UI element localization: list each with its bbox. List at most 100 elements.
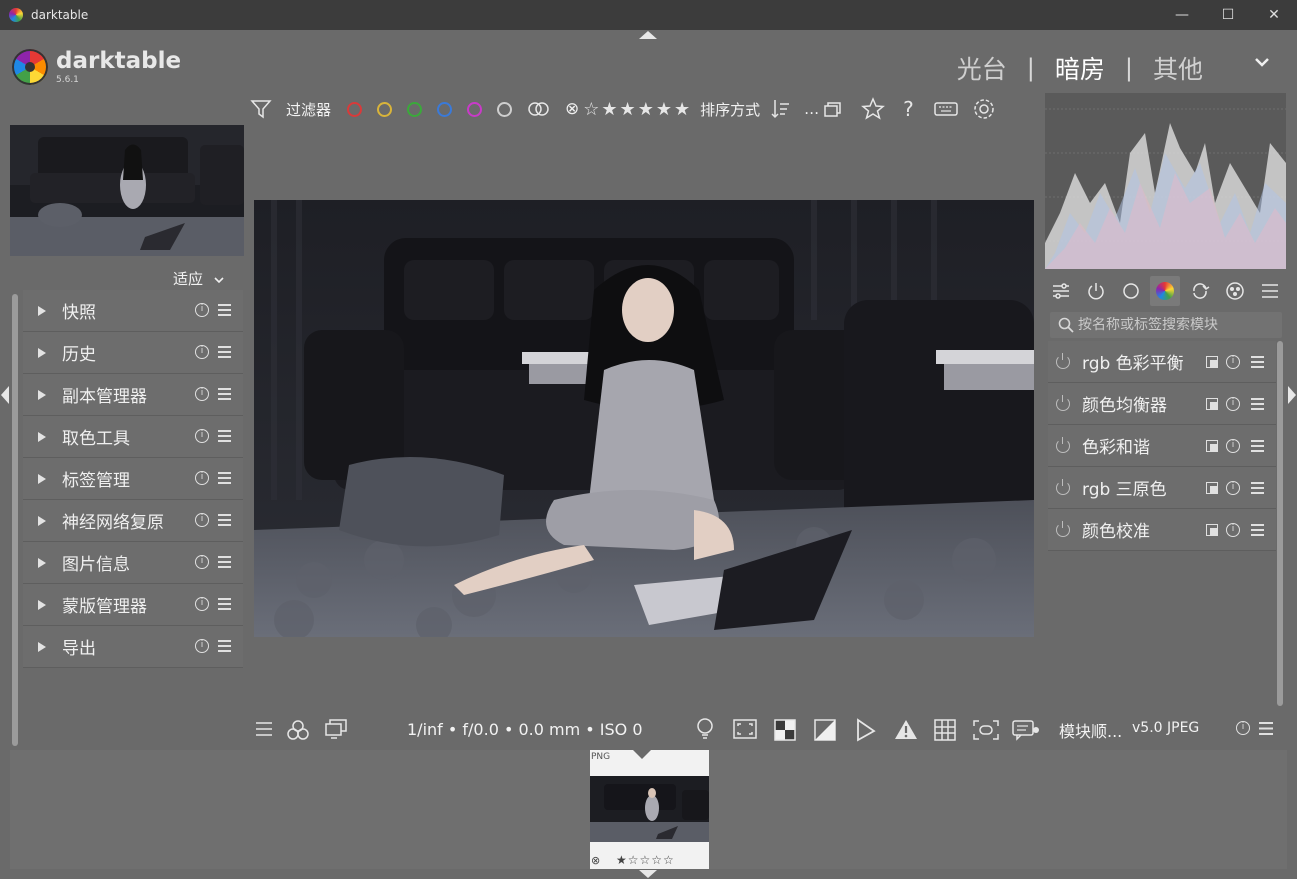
color-assessment-icon[interactable]	[774, 719, 796, 741]
group-base-icon[interactable]	[1116, 276, 1146, 306]
presets-menu-icon[interactable]	[1251, 398, 1264, 410]
color-label-blue-filter[interactable]	[437, 101, 453, 117]
multi-instance-icon[interactable]	[1206, 482, 1218, 494]
view-lighttable[interactable]: 光台	[957, 50, 1007, 86]
module-rgb-primaries[interactable]: rgb 三原色 i	[1048, 467, 1276, 509]
info-icon[interactable]: i	[1226, 355, 1240, 369]
filter-funnel-icon[interactable]	[250, 98, 272, 120]
module-color-harmonizer[interactable]: 色彩和谐 i	[1048, 425, 1276, 467]
presets-menu-icon[interactable]	[218, 598, 231, 610]
view-darkroom[interactable]: 暗房	[1055, 50, 1105, 86]
info-icon[interactable]: i	[195, 471, 209, 485]
histogram[interactable]	[1045, 93, 1286, 269]
raw-overexposed-icon[interactable]	[814, 719, 836, 741]
lightbulb-icon[interactable]	[695, 717, 715, 741]
presets-menu-icon[interactable]	[218, 346, 231, 358]
presets-menu-icon[interactable]	[218, 640, 231, 652]
module-color-calibration[interactable]: 颜色校准 i	[1048, 509, 1276, 551]
presets-menu-icon[interactable]	[218, 430, 231, 442]
multi-instance-icon[interactable]	[1206, 356, 1218, 368]
module-mask-manager[interactable]: 蒙版管理器 i	[23, 584, 243, 626]
minimize-button[interactable]: —	[1159, 0, 1205, 30]
color-label-gray-filter[interactable]	[497, 101, 513, 117]
info-icon[interactable]: i	[1226, 523, 1240, 537]
group-correct-icon[interactable]	[1185, 276, 1215, 306]
zoom-select[interactable]: 适应	[173, 268, 224, 289]
star-filter-icon[interactable]: ☆	[583, 99, 599, 120]
focus-zoom-icon[interactable]	[972, 719, 1000, 741]
collapse-right-panel-arrow-icon[interactable]	[1288, 386, 1296, 404]
star-filter-icon[interactable]: ★	[674, 99, 690, 120]
close-button[interactable]: ✕	[1251, 0, 1297, 30]
info-icon[interactable]: i	[1226, 481, 1240, 495]
star-filter-icon[interactable]: ★	[620, 99, 636, 120]
module-rgb-color-balance[interactable]: rgb 色彩平衡 i	[1048, 341, 1276, 383]
multi-instance-icon[interactable]	[1206, 524, 1218, 536]
search-input[interactable]	[1078, 317, 1268, 333]
sort-label[interactable]: 排序方式	[700, 99, 760, 120]
info-icon[interactable]: i	[1236, 721, 1250, 735]
presets-menu-icon[interactable]	[1251, 482, 1264, 494]
star-filter-icon[interactable]: ★	[656, 99, 672, 120]
image-info-overlay-icon[interactable]	[1012, 719, 1040, 741]
presets-menu-icon[interactable]	[218, 472, 231, 484]
module-color-picker[interactable]: 取色工具 i	[23, 416, 243, 458]
guides-grid-icon[interactable]	[934, 719, 956, 741]
color-operator-icon[interactable]	[527, 101, 551, 117]
sort-order-icon[interactable]	[770, 98, 792, 120]
focus-peaking-icon[interactable]	[733, 719, 757, 739]
styles-icon[interactable]	[287, 719, 309, 741]
info-icon[interactable]: i	[1226, 397, 1240, 411]
power-icon[interactable]	[1056, 352, 1070, 369]
info-icon[interactable]: i	[195, 639, 209, 653]
info-icon[interactable]: i	[195, 303, 209, 317]
group-effect-icon[interactable]	[1220, 276, 1250, 306]
group-active-modules-icon[interactable]	[1081, 276, 1111, 306]
module-neural-restore[interactable]: 神经网络复原 i	[23, 500, 243, 542]
quick-access-menu-icon[interactable]	[254, 719, 274, 739]
navigation-thumbnail[interactable]	[10, 125, 244, 256]
right-panel-scrollbar[interactable]	[1277, 341, 1283, 706]
softproof-warning-icon[interactable]	[894, 718, 918, 740]
module-color-equalizer[interactable]: 颜色均衡器 i	[1048, 383, 1276, 425]
module-snapshots[interactable]: 快照 i	[23, 290, 243, 332]
presets-menu-icon[interactable]	[1259, 722, 1273, 735]
module-export[interactable]: 导出 i	[23, 626, 243, 668]
collapse-bottom-panel-arrow-icon[interactable]	[639, 870, 657, 878]
presets-menu-icon[interactable]	[1251, 524, 1264, 536]
info-icon[interactable]: i	[195, 429, 209, 443]
filmstrip-thumbnail[interactable]: PNG ⊗ ★☆☆☆☆	[590, 750, 709, 869]
more-ellipsis[interactable]: …	[804, 100, 819, 118]
maximize-button[interactable]: ☐	[1205, 0, 1251, 30]
presets-menu-icon[interactable]	[218, 304, 231, 316]
info-icon[interactable]: i	[195, 513, 209, 527]
star-rating[interactable]: ★☆☆☆☆	[616, 853, 675, 867]
main-image[interactable]	[254, 200, 1034, 637]
module-history[interactable]: 历史 i	[23, 332, 243, 374]
star-filter-icon[interactable]: ★	[601, 99, 617, 120]
group-quick-access-icon[interactable]	[1046, 276, 1076, 306]
multi-instance-icon[interactable]	[1206, 440, 1218, 452]
group-presets-menu-icon[interactable]	[1255, 276, 1285, 306]
keyboard-shortcuts-icon[interactable]	[934, 101, 958, 117]
grouping-icon[interactable]	[823, 100, 843, 118]
group-color-icon[interactable]	[1150, 276, 1181, 306]
star-filter-icon[interactable]: ★	[638, 99, 654, 120]
reject-filter-icon[interactable]: ⊗	[565, 99, 579, 119]
power-icon[interactable]	[1056, 394, 1070, 411]
module-order-value[interactable]: v5.0 JPEG	[1132, 720, 1199, 736]
power-icon[interactable]	[1056, 520, 1070, 537]
module-tagging[interactable]: 标签管理 i	[23, 458, 243, 500]
collapse-left-panel-arrow-icon[interactable]	[1, 386, 9, 404]
module-image-information[interactable]: 图片信息 i	[23, 542, 243, 584]
info-icon[interactable]: i	[195, 597, 209, 611]
help-icon[interactable]: ?	[903, 97, 914, 121]
star-overlay-icon[interactable]	[861, 97, 886, 121]
color-label-yellow-filter[interactable]	[377, 101, 393, 117]
gear-icon[interactable]	[972, 97, 996, 121]
info-icon[interactable]: i	[195, 555, 209, 569]
view-other[interactable]: 其他	[1153, 50, 1203, 86]
reject-icon[interactable]: ⊗	[591, 854, 600, 867]
power-icon[interactable]	[1056, 436, 1070, 453]
info-icon[interactable]: i	[195, 387, 209, 401]
